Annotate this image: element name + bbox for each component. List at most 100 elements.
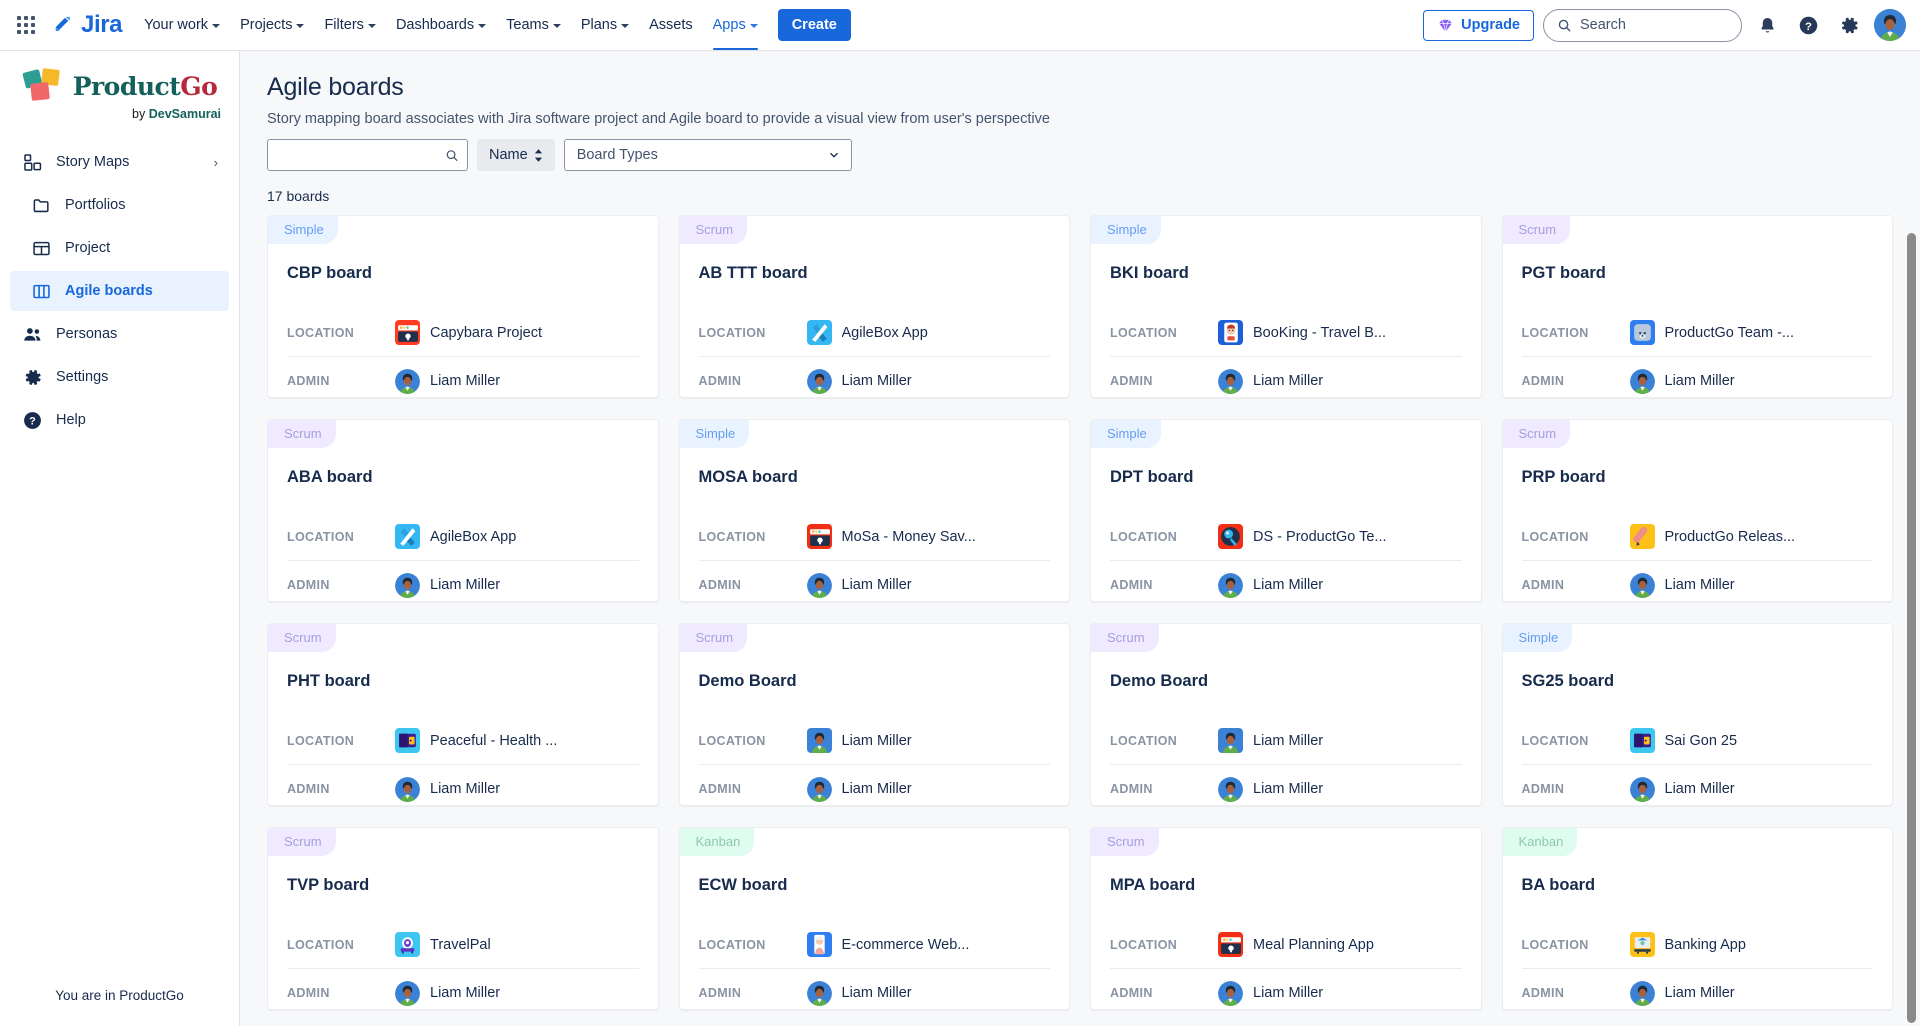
board-card[interactable]: Kanban ECW board LOCATION E-commerce Web...… [678, 827, 1070, 1010]
sidebar-item-personas[interactable]: Personas [10, 314, 229, 354]
board-search-input[interactable] [267, 139, 468, 171]
board-card[interactable]: Scrum Demo Board LOCATION Liam Miller ADMIN L… [678, 623, 1070, 806]
board-details: LOCATION Sai Gon 25 ADMIN Liam Miller [1521, 717, 1873, 805]
avatar[interactable] [1874, 9, 1906, 41]
location-text: BooKing - Travel B... [1253, 324, 1386, 341]
admin-value[interactable]: Liam Miller [395, 572, 500, 598]
admin-value[interactable]: Liam Miller [1218, 980, 1323, 1006]
productgo-logo[interactable]: ProductGo by DevSamurai [0, 51, 239, 125]
sidebar-item-project[interactable]: Project [10, 228, 229, 268]
board-card[interactable]: Simple CBP board LOCATION Capybara Project A… [267, 215, 659, 398]
upgrade-button[interactable]: Upgrade [1423, 9, 1534, 41]
admin-value[interactable]: Liam Miller [1629, 368, 1735, 394]
board-card[interactable]: Scrum ABA board LOCATION AgileBox App ADMIN L… [267, 419, 659, 602]
global-search-input[interactable]: Search [1543, 8, 1742, 42]
admin-value[interactable]: Liam Miller [806, 776, 912, 802]
board-card[interactable]: Simple MOSA board LOCATION MoSa - Money Sav… [678, 419, 1070, 602]
admin-value[interactable]: Liam Miller [1629, 776, 1735, 802]
jira-home-link[interactable]: Jira [51, 11, 123, 39]
admin-value[interactable]: Liam Miller [395, 980, 500, 1006]
sidebar-item-help[interactable]: ? Help [10, 400, 229, 440]
chevron-down-icon [212, 23, 221, 28]
location-value[interactable]: MoSa - Money Sav... [806, 524, 976, 549]
board-card[interactable]: Scrum TVP board LOCATION TravelPal ADMIN Liam… [267, 827, 659, 1010]
board-card[interactable]: Kanban BA board LOCATION Banking App ADMIN Li… [1501, 827, 1893, 1010]
admin-text: Liam Miller [1664, 781, 1735, 797]
nav-label: Filters [324, 17, 364, 33]
location-value[interactable]: Liam Miller [806, 728, 912, 753]
boards-scroll-area[interactable]: Simple CBP board LOCATION Capybara Project A… [267, 215, 1920, 1026]
board-card[interactable]: Scrum PGT board LOCATION ProductGo Team -..… [1501, 215, 1893, 398]
sidebar-footer-text: You are in ProductGo [55, 988, 184, 1003]
sort-by-name-button[interactable]: Name [477, 139, 555, 171]
vertical-scrollbar-thumb[interactable] [1907, 233, 1916, 1023]
nav-filters[interactable]: Filters [314, 10, 385, 40]
location-value[interactable]: ProductGo Team -... [1629, 320, 1794, 345]
board-search-field[interactable] [277, 147, 446, 163]
nav-label: Teams [506, 17, 549, 33]
location-value[interactable]: BooKing - Travel B... [1218, 320, 1386, 345]
admin-label: ADMIN [698, 578, 742, 592]
sidebar-item-agile-boards[interactable]: Agile boards [10, 271, 229, 311]
admin-value[interactable]: Liam Miller [395, 776, 500, 802]
sidebar-item-portfolios[interactable]: Portfolios [10, 185, 229, 225]
board-card[interactable]: Simple DPT board LOCATION DS - ProductGo Te… [1090, 419, 1482, 602]
nav-label: Your work [144, 17, 209, 33]
columns-icon [30, 282, 52, 301]
board-types-select[interactable]: Board Types [563, 139, 852, 171]
location-text: E-commerce Web... [841, 936, 970, 953]
location-value[interactable]: Meal Planning App [1218, 932, 1374, 957]
board-card[interactable]: Scrum Demo Board LOCATION Liam Miller ADMIN L… [1090, 623, 1482, 806]
location-value[interactable]: E-commerce Web... [806, 932, 970, 957]
board-card[interactable]: Scrum PHT board LOCATION Peaceful - Health … [267, 623, 659, 806]
admin-value[interactable]: Liam Miller [806, 368, 912, 394]
help-button[interactable]: ? [1792, 9, 1824, 41]
location-value[interactable]: Liam Miller [1218, 728, 1323, 753]
nav-projects[interactable]: Projects [230, 10, 314, 40]
location-value[interactable]: Peaceful - Health ... [395, 728, 557, 753]
nav-dashboards[interactable]: Dashboards [386, 10, 496, 40]
nav-plans[interactable]: Plans [571, 10, 639, 40]
notifications-button[interactable] [1751, 9, 1783, 41]
productgo-mark-icon [22, 68, 60, 101]
board-card[interactable]: Scrum AB TTT board LOCATION AgileBox App ADM… [678, 215, 1070, 398]
sidebar-item-settings[interactable]: Settings [10, 357, 229, 397]
board-admin-row: ADMIN Liam Miller [287, 357, 639, 397]
admin-value[interactable]: Liam Miller [1218, 368, 1323, 394]
create-button[interactable]: Create [777, 9, 851, 41]
settings-button[interactable] [1833, 9, 1865, 41]
board-details: LOCATION AgileBox App ADMIN Liam Miller [698, 309, 1050, 397]
location-value[interactable]: DS - ProductGo Te... [1218, 524, 1387, 549]
admin-value[interactable]: Liam Miller [1629, 572, 1735, 598]
board-card[interactable]: Scrum PRP board LOCATION ProductGo Releas..… [1501, 419, 1893, 602]
board-card[interactable]: Scrum MPA board LOCATION Meal Planning App A… [1090, 827, 1482, 1010]
nav-assets[interactable]: Assets [639, 10, 703, 40]
location-value[interactable]: Banking App [1629, 932, 1746, 957]
admin-avatar [395, 980, 420, 1006]
board-card[interactable]: Simple BKI board LOCATION BooKing - Travel … [1090, 215, 1482, 398]
admin-value[interactable]: Liam Miller [395, 368, 500, 394]
board-card[interactable]: Simple SG25 board LOCATION Sai Gon 25 ADMIN L… [1501, 623, 1893, 806]
admin-value[interactable]: Liam Miller [1218, 776, 1323, 802]
admin-value[interactable]: Liam Miller [806, 572, 912, 598]
board-title: MOSA board [698, 468, 798, 486]
location-value[interactable]: Sai Gon 25 [1629, 728, 1737, 753]
app-switcher-button[interactable] [10, 9, 42, 41]
location-value[interactable]: Capybara Project [395, 320, 542, 345]
board-title: PHT board [287, 672, 371, 690]
board-type-badge: Scrum [268, 828, 336, 856]
location-value[interactable]: AgileBox App [806, 320, 928, 345]
admin-value[interactable]: Liam Miller [806, 980, 912, 1006]
nav-your-work[interactable]: Your work [134, 10, 230, 40]
location-value[interactable]: TravelPal [395, 932, 491, 957]
location-value[interactable]: ProductGo Releas... [1629, 524, 1795, 549]
admin-text: Liam Miller [841, 985, 912, 1001]
sidebar-item-story-maps[interactable]: Story Maps › [10, 142, 229, 182]
nav-teams[interactable]: Teams [496, 10, 571, 40]
nav-apps[interactable]: Apps [703, 10, 768, 50]
admin-value[interactable]: Liam Miller [1218, 572, 1323, 598]
svg-text:?: ? [29, 415, 36, 427]
admin-value[interactable]: Liam Miller [1629, 980, 1735, 1006]
location-value[interactable]: AgileBox App [395, 524, 516, 549]
logo-byline: by DevSamurai [132, 107, 221, 121]
